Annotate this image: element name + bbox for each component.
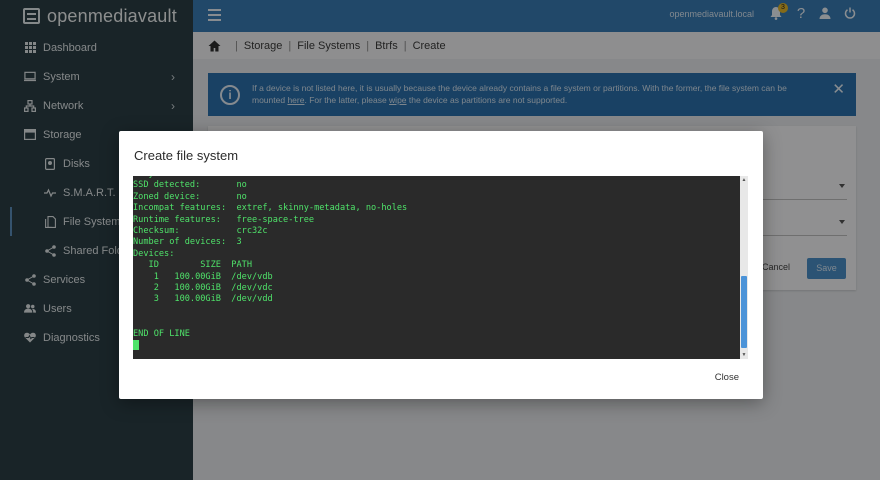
terminal-line: Devices:: [133, 248, 175, 259]
dialog-title: Create file system: [134, 148, 239, 163]
scroll-up-icon[interactable]: ▲: [741, 177, 747, 183]
terminal-cursor: [133, 340, 139, 351]
terminal-scrollbar[interactable]: ▲ ▼: [740, 176, 748, 359]
terminal-line: Zoned device: no: [133, 191, 247, 202]
terminal-line: Checksum: crc32c: [133, 226, 268, 237]
terminal-line: 1 100.00GiB /dev/vdb: [133, 271, 273, 282]
terminal-line: END OF LINE: [133, 328, 190, 339]
terminal-lines: System: RAID1 8.00MiBSSD detected: noZon…: [133, 176, 407, 354]
terminal-output[interactable]: System: RAID1 8.00MiBSSD detected: noZon…: [133, 176, 748, 359]
terminal-line: SSD detected: no: [133, 180, 247, 191]
scroll-down-icon[interactable]: ▼: [741, 352, 747, 358]
terminal-line: 3 100.00GiB /dev/vdd: [133, 294, 273, 305]
close-button[interactable]: Close: [715, 372, 739, 383]
terminal-line: Number of devices: 3: [133, 237, 242, 248]
terminal-line: 2 100.00GiB /dev/vdc: [133, 283, 273, 294]
terminal-line: ID SIZE PATH: [133, 260, 252, 271]
terminal-cursor-line: [133, 340, 407, 353]
terminal-line: Runtime features: free-space-tree: [133, 214, 315, 225]
terminal-line: Incompat features: extref, skinny-metada…: [133, 203, 408, 214]
scrollbar-thumb[interactable]: [741, 276, 747, 348]
create-file-system-dialog: Create file system System: RAID1 8.00MiB…: [119, 131, 763, 399]
